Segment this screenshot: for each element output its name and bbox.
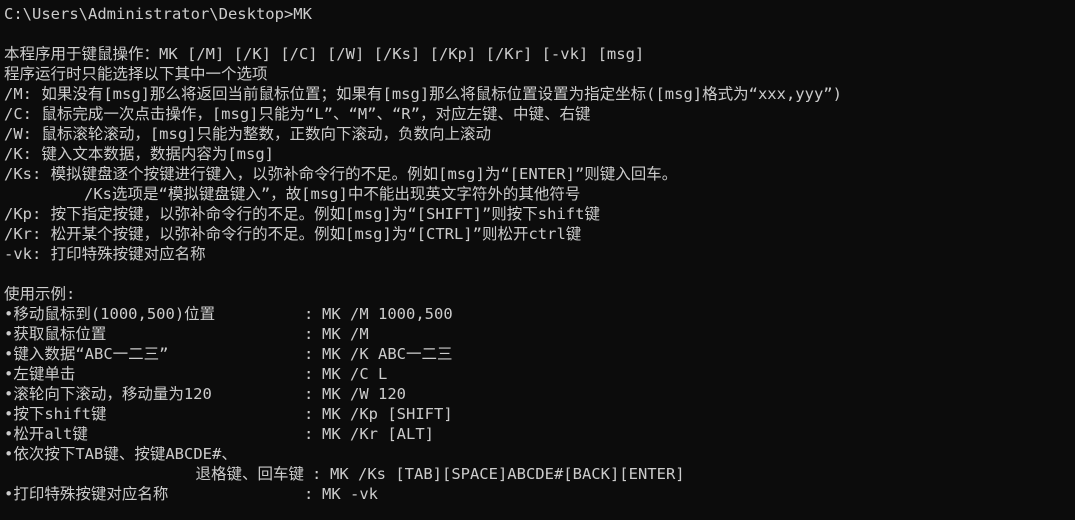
option-c-line: /C: 鼠标完成一次点击操作，[msg]只能为“L”、“M”、“R”，对应左键、… <box>4 105 591 123</box>
example-separator: : <box>304 305 314 323</box>
example-separator: : <box>304 405 314 423</box>
example-command: MK /M 1000,500 <box>322 305 453 323</box>
example-separator: : <box>304 345 314 363</box>
option-kp-line: /Kp: 按下指定按键，以弥补命令行的不足。例如[msg]为“[SHIFT]”则… <box>4 205 600 223</box>
example-row: •左键单击 : MK /C L <box>4 364 1075 384</box>
example-command: MK /Kp [SHIFT] <box>322 405 453 423</box>
example-multi-description-line1: •依次按下TAB键、按键ABCDE#、 <box>4 445 237 463</box>
examples-title: 使用示例: <box>4 285 76 303</box>
option-w-line: /W: 鼠标滚轮滚动，[msg]只能为整数，正数向下滚动，负数向上滚动 <box>4 125 491 143</box>
example-command: MK /M <box>322 325 369 343</box>
example-command: MK /Ks [TAB][SPACE]ABCDE#[BACK][ENTER] <box>330 465 685 483</box>
example-description: •键入数据“ABC一二三” <box>4 345 169 363</box>
example-row: •获取鼠标位置 : MK /M <box>4 324 1075 344</box>
example-description: •滚轮向下滚动，移动量为120 <box>4 385 212 403</box>
option-vk-line: -vk: 打印特殊按键对应名称 <box>4 245 206 263</box>
option-ks-note-line: /Ks选项是“模拟键盘键入”，故[msg]中不能出现英文字符外的其他符号 <box>84 185 581 203</box>
console-window[interactable]: C:\Users\Administrator\Desktop>MK 本程序用于键… <box>0 0 1075 520</box>
example-command: MK /W 120 <box>322 385 406 403</box>
option-note-line: 程序运行时只能选择以下其中一个选项 <box>4 65 268 83</box>
example-separator: : <box>312 465 322 483</box>
option-ks-line: /Ks: 模拟键盘逐个按键进行键入，以弥补命令行的不足。例如[msg]为“[EN… <box>4 165 678 183</box>
example-row: •移动鼠标到(1000,500)位置 : MK /M 1000,500 <box>4 304 1075 324</box>
example-separator: : <box>304 385 314 403</box>
example-command: MK /K ABC一二三 <box>322 345 453 363</box>
example-row: •松开alt键 : MK /Kr [ALT] <box>4 424 1075 444</box>
usage-line: 本程序用于键鼠操作：MK [/M] [/K] [/C] [/W] [/Ks] [… <box>4 45 645 63</box>
example-separator: : <box>304 365 314 383</box>
option-m-line: /M: 如果没有[msg]那么将返回当前鼠标位置；如果有[msg]那么将鼠标位置… <box>4 85 842 103</box>
option-kr-line: /Kr: 松开某个按键，以弥补命令行的不足。例如[msg]为“[CTRL]”则松… <box>4 225 582 243</box>
example-multi-description-line2: 退格键、回车键 <box>195 465 304 483</box>
example-separator: : <box>304 325 314 343</box>
example-command: MK -vk <box>322 485 378 503</box>
example-description: •松开alt键 <box>4 425 88 443</box>
example-separator: : <box>304 485 314 503</box>
example-row: •滚轮向下滚动，移动量为120 : MK /W 120 <box>4 384 1075 404</box>
example-description: •获取鼠标位置 <box>4 325 107 343</box>
example-command: MK /C L <box>322 365 388 383</box>
example-row: •键入数据“ABC一二三” : MK /K ABC一二三 <box>4 344 1075 364</box>
example-row: 退格键、回车键 : MK /Ks [TAB][SPACE]ABCDE#[BACK… <box>4 464 1075 484</box>
example-description: •按下shift键 <box>4 405 107 423</box>
option-k-line: /K: 键入文本数据，数据内容为[msg] <box>4 145 274 163</box>
example-separator: : <box>304 425 314 443</box>
example-description: •打印特殊按键对应名称 <box>4 485 169 503</box>
example-row: •打印特殊按键对应名称 : MK -vk <box>4 484 1075 504</box>
example-command: MK /Kr [ALT] <box>322 425 434 443</box>
example-description: •移动鼠标到(1000,500)位置 <box>4 305 216 323</box>
example-row: •按下shift键 : MK /Kp [SHIFT] <box>4 404 1075 424</box>
command-prompt-line: C:\Users\Administrator\Desktop>MK <box>4 5 312 23</box>
example-description: •左键单击 <box>4 365 76 383</box>
